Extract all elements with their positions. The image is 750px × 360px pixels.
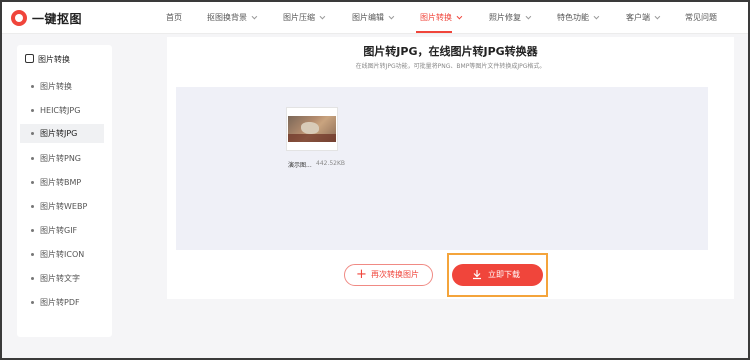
nav-repair-label: 照片修复 bbox=[489, 13, 521, 22]
nav-image-compress[interactable]: 图片压缩 bbox=[283, 12, 326, 23]
sidebar-item-heic-to-jpg[interactable]: HEIC转JPG bbox=[20, 101, 104, 120]
nav-home-label: 首页 bbox=[166, 13, 182, 22]
nav-photo-repair[interactable]: 照片修复 bbox=[489, 12, 532, 23]
nav-edit-label: 图片编辑 bbox=[352, 13, 384, 22]
sidebar-item-image-to-jpg[interactable]: 图片转JPG bbox=[20, 124, 104, 143]
chevron-down-icon bbox=[525, 13, 532, 20]
download-icon bbox=[473, 270, 481, 280]
upload-area[interactable]: 演示图... 442.52KB bbox=[176, 87, 708, 250]
image-thumbnail[interactable] bbox=[286, 107, 338, 151]
nav-convert-label: 图片转换 bbox=[420, 13, 452, 22]
chevron-down-icon bbox=[251, 13, 258, 20]
download-button[interactable]: 立即下载 bbox=[452, 264, 543, 286]
converter-panel: 图片转JPG，在线图片转JPG转换器 在线图片转JPG功能，可批量将PNG、BM… bbox=[167, 37, 734, 299]
sidebar-item-image-to-webp[interactable]: 图片转WEBP bbox=[20, 197, 104, 216]
nav-features-label: 特色功能 bbox=[557, 13, 589, 22]
active-nav-indicator bbox=[416, 31, 452, 33]
sidebar-item-image-to-gif[interactable]: 图片转GIF bbox=[20, 221, 104, 240]
sidebar-item-image-convert[interactable]: 图片转换 bbox=[20, 77, 104, 96]
sidebar-item-image-to-bmp[interactable]: 图片转BMP bbox=[20, 173, 104, 192]
chevron-down-icon bbox=[654, 13, 661, 20]
file-size: 442.52KB bbox=[316, 160, 346, 167]
sidebar: 图片转换 图片转换 HEIC转JPG 图片转JPG 图片转PNG 图片转BMP … bbox=[17, 45, 112, 337]
sidebar-item-image-to-pdf[interactable]: 图片转PDF bbox=[20, 293, 104, 312]
sidebar-heading-label: 图片转换 bbox=[38, 55, 70, 64]
nav-features[interactable]: 特色功能 bbox=[557, 12, 600, 23]
sidebar-heading: 图片转换 bbox=[25, 54, 70, 65]
convert-again-label: 再次转换图片 bbox=[371, 270, 419, 279]
nav-client-label: 客户端 bbox=[626, 13, 650, 22]
page-title: 图片转JPG，在线图片转JPG转换器 bbox=[363, 45, 538, 58]
chevron-down-icon bbox=[456, 13, 463, 20]
chevron-down-icon bbox=[319, 13, 326, 20]
convert-icon bbox=[25, 54, 34, 63]
nav-image-convert[interactable]: 图片转换 bbox=[420, 12, 463, 23]
sidebar-item-image-to-icon[interactable]: 图片转ICON bbox=[20, 245, 104, 264]
nav-client[interactable]: 客户端 bbox=[626, 12, 661, 23]
convert-again-button[interactable]: + 再次转换图片 bbox=[344, 264, 433, 286]
nav-faq-label: 常见问题 bbox=[685, 13, 717, 22]
nav-home[interactable]: 首页 bbox=[166, 12, 182, 23]
nav-image-edit[interactable]: 图片编辑 bbox=[352, 12, 395, 23]
file-name: 演示图... bbox=[288, 162, 312, 169]
chevron-down-icon bbox=[593, 13, 600, 20]
nav-faq[interactable]: 常见问题 bbox=[685, 12, 717, 23]
nav-cutout-label: 抠图换背景 bbox=[207, 13, 247, 22]
chevron-down-icon bbox=[388, 13, 395, 20]
sidebar-item-image-to-text[interactable]: 图片转文字 bbox=[20, 269, 104, 288]
sidebar-item-image-to-png[interactable]: 图片转PNG bbox=[20, 149, 104, 168]
main-nav: 首页 抠图换背景 图片压缩 图片编辑 图片转换 照片修复 特色功能 客户端 常见… bbox=[2, 2, 748, 34]
nav-cutout-background[interactable]: 抠图换背景 bbox=[207, 12, 258, 23]
page-subtitle: 在线图片转JPG功能，可批量将PNG、BMP等图片文件转换成JPG格式。 bbox=[355, 63, 546, 70]
plus-icon: + bbox=[356, 267, 367, 282]
nav-compress-label: 图片压缩 bbox=[283, 13, 315, 22]
top-navbar: 一键抠图 首页 抠图换背景 图片压缩 图片编辑 图片转换 照片修复 特色功能 客… bbox=[2, 2, 748, 34]
download-label: 立即下载 bbox=[488, 270, 520, 279]
app-window: 一键抠图 首页 抠图换背景 图片压缩 图片编辑 图片转换 照片修复 特色功能 客… bbox=[2, 2, 748, 358]
